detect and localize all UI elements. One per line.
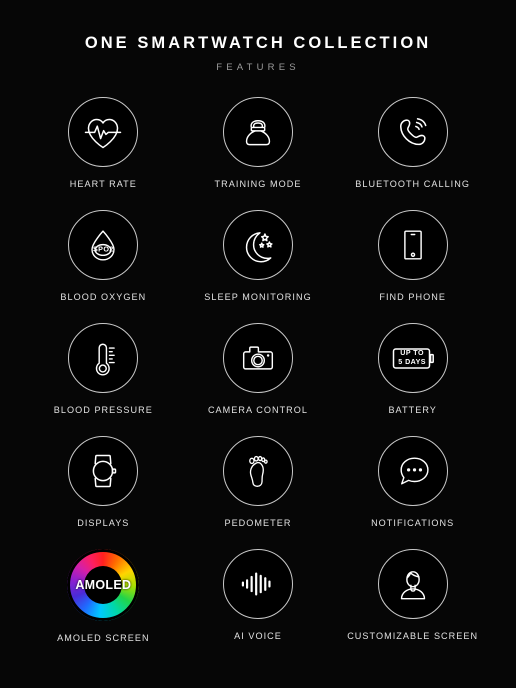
feature-label: BLOOD OXYGEN — [60, 292, 147, 303]
feature-label: NOTIFICATIONS — [371, 518, 455, 529]
feature-amoled-screen[interactable]: AMOLED AMOLED SCREEN — [26, 549, 181, 662]
feature-blood-oxygen[interactable]: SPO2 BLOOD OXYGEN — [26, 210, 181, 323]
feature-label: AMOLED SCREEN — [57, 633, 150, 644]
waveform-icon — [241, 572, 271, 596]
battery-line-1: UP TO — [400, 349, 424, 358]
icon-badge — [68, 97, 139, 168]
page-title: ONE SMARTWATCH COLLECTION — [84, 34, 432, 52]
feature-ai-voice[interactable]: AI VOICE — [181, 549, 336, 662]
spo2-inner-label: SPO2 — [93, 244, 114, 254]
feature-blood-pressure[interactable]: BLOOD PRESSURE — [26, 323, 181, 436]
icon-badge — [377, 549, 448, 620]
heart-rate-icon — [85, 118, 122, 149]
amoled-inner-label: AMOLED — [75, 578, 132, 593]
smartwatch-features-poster: ONE SMARTWATCH COLLECTION FEATURES HEART… — [0, 0, 516, 688]
feature-label: BATTERY — [388, 405, 437, 416]
smartwatch-icon — [92, 454, 117, 488]
icon-badge — [222, 549, 293, 620]
feature-label: CUSTOMIZABLE SCREEN — [347, 631, 479, 642]
page-subtitle: FEATURES — [216, 62, 300, 74]
battery-line-2: 5 DAYS — [398, 358, 426, 367]
feature-label: HEART RATE — [69, 179, 137, 190]
feature-label: TRAINING MODE — [214, 179, 302, 190]
feature-pedometer[interactable]: PEDOMETER — [181, 436, 336, 549]
feature-label: PEDOMETER — [224, 518, 292, 529]
icon-badge — [68, 323, 139, 394]
poster-header: ONE SMARTWATCH COLLECTION FEATURES — [0, 0, 516, 73]
feature-battery[interactable]: UP TO 5 DAYS BATTERY — [335, 323, 490, 436]
feature-find-phone[interactable]: FIND PHONE — [335, 210, 490, 323]
moon-stars-icon — [246, 231, 274, 263]
feature-camera-control[interactable]: CAMERA CONTROL — [181, 323, 336, 436]
icon-badge — [222, 97, 293, 168]
feature-label: SLEEP MONITORING — [204, 292, 312, 303]
smartphone-icon — [403, 230, 422, 260]
icon-badge — [377, 97, 448, 168]
feature-label: AI VOICE — [234, 631, 282, 642]
feature-label: DISPLAYS — [77, 518, 130, 529]
feature-notifications[interactable]: NOTIFICATIONS — [335, 436, 490, 549]
feature-customizable-screen[interactable]: CUSTOMIZABLE SCREEN — [335, 549, 490, 662]
icon-badge — [222, 323, 293, 394]
feature-bluetooth-calling[interactable]: BLUETOOTH CALLING — [335, 97, 490, 210]
icon-badge — [377, 210, 448, 281]
features-grid: HEART RATE TRAINING MODE BLUETOOTH CALLI… — [0, 97, 516, 662]
footprint-icon — [249, 456, 268, 488]
icon-badge: UP TO 5 DAYS — [377, 323, 448, 394]
phone-call-icon — [399, 118, 427, 146]
speech-bubble-icon — [400, 457, 429, 485]
feature-label: FIND PHONE — [379, 292, 446, 303]
icon-badge — [377, 436, 448, 507]
icon-badge — [68, 436, 139, 507]
thermometer-icon — [96, 343, 116, 376]
feature-sleep-monitoring[interactable]: SLEEP MONITORING — [181, 210, 336, 323]
kettlebell-icon — [245, 120, 271, 146]
icon-badge — [222, 436, 293, 507]
user-avatar-icon — [400, 571, 425, 600]
icon-badge — [222, 210, 293, 281]
feature-displays[interactable]: DISPLAYS — [26, 436, 181, 549]
feature-heart-rate[interactable]: HEART RATE — [26, 97, 181, 210]
feature-label: CAMERA CONTROL — [207, 405, 309, 416]
feature-label: BLOOD PRESSURE — [53, 405, 153, 416]
feature-label: BLUETOOTH CALLING — [355, 179, 471, 190]
feature-training-mode[interactable]: TRAINING MODE — [181, 97, 336, 210]
camera-icon — [242, 346, 274, 370]
icon-badge: AMOLED — [67, 549, 140, 622]
icon-badge: SPO2 — [68, 210, 139, 281]
battery-inner-label: UP TO 5 DAYS — [398, 349, 426, 367]
